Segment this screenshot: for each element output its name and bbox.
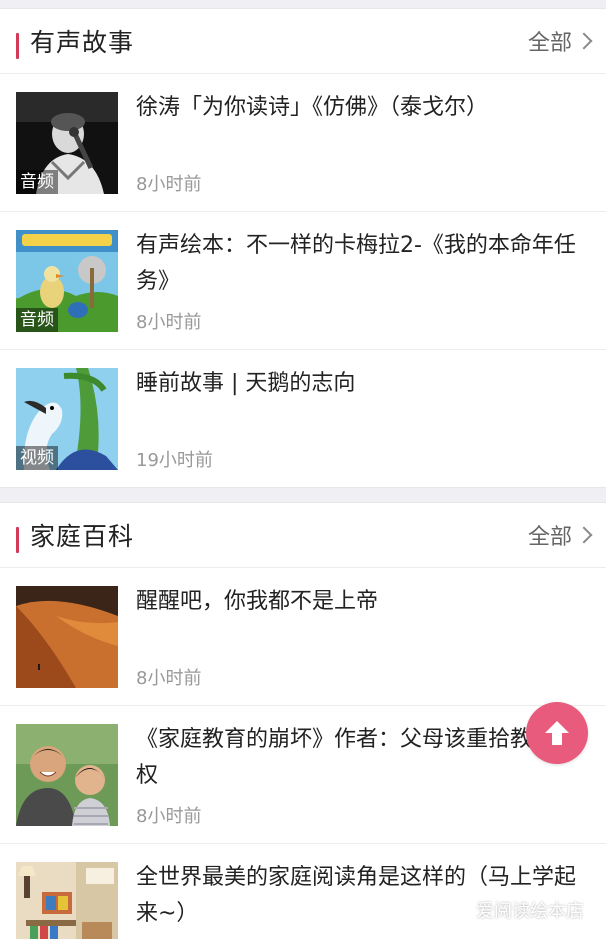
list-item[interactable]: 全世界最美的家庭阅读角是这样的（马上学起来~） — [0, 844, 606, 939]
top-spacer — [0, 0, 606, 8]
thumbnail-cartoon-swan: 视频 — [16, 368, 118, 470]
item-timestamp: 19小时前 — [136, 450, 213, 471]
section-title: 有声故事 — [30, 28, 135, 57]
page: 有声故事 全部 音频 徐涛「为你读诗」《仿佛》（泰戈尔） 8小时前 音频 有声绘… — [0, 0, 606, 939]
item-title: 《家庭教育的崩坏》作者：父母该重拾教养主权 — [136, 727, 577, 788]
chevron-right-icon — [575, 32, 593, 50]
thumbnail-picture-book-cover: 音频 — [16, 230, 118, 332]
item-title: 睡前故事 | 天鹅的志向 — [136, 371, 356, 396]
chevron-right-icon — [575, 526, 593, 544]
item-title: 徐涛「为你读诗」《仿佛》（泰戈尔） — [136, 95, 489, 120]
section-family-encyclopedia: 家庭百科 全部 醒醒吧，你我都不是上帝 8小时前 《家庭教育的崩坏》作者：父母该… — [0, 502, 606, 939]
list-item[interactable]: 《家庭教育的崩坏》作者：父母该重拾教养主权 8小时前 — [0, 706, 606, 844]
list-item[interactable]: 音频 徐涛「为你读诗」《仿佛》（泰戈尔） 8小时前 — [0, 74, 606, 212]
back-to-top-button[interactable] — [526, 702, 588, 764]
item-timestamp: 8小时前 — [136, 174, 202, 195]
thumbnail-desert-dune — [16, 586, 118, 688]
item-timestamp: 8小时前 — [136, 668, 202, 689]
list-item[interactable]: 醒醒吧，你我都不是上帝 8小时前 — [0, 568, 606, 706]
media-type-tag: 音频 — [16, 308, 58, 332]
watermark-text: 爱阅读绘本店 — [476, 901, 584, 922]
list-item[interactable]: 视频 睡前故事 | 天鹅的志向 19小时前 — [0, 350, 606, 487]
section-accent-bar — [16, 33, 19, 59]
item-timestamp: 8小时前 — [136, 806, 202, 827]
arrow-up-icon — [545, 721, 569, 745]
list-item[interactable]: 音频 有声绘本：不一样的卡梅拉2-《我的本命年任务》 8小时前 — [0, 212, 606, 350]
section-accent-bar — [16, 527, 19, 553]
watermark: 爱阅读绘本店 — [446, 897, 584, 923]
thumbnail-man-with-microphone: 音频 — [16, 92, 118, 194]
section-header: 家庭百科 全部 — [0, 503, 606, 568]
section-header: 有声故事 全部 — [0, 9, 606, 74]
section-title: 家庭百科 — [30, 522, 135, 551]
item-timestamp: 8小时前 — [136, 312, 202, 333]
view-all-label: 全部 — [527, 31, 572, 56]
media-type-tag: 音频 — [16, 170, 58, 194]
view-all-link[interactable]: 全部 — [527, 25, 593, 57]
wechat-icon — [446, 900, 470, 919]
thumbnail-father-and-son — [16, 724, 118, 826]
view-all-label: 全部 — [527, 525, 572, 550]
item-title: 有声绘本：不一样的卡梅拉2-《我的本命年任务》 — [136, 233, 576, 294]
media-type-tag: 视频 — [16, 446, 58, 470]
item-title: 醒醒吧，你我都不是上帝 — [136, 589, 379, 614]
view-all-link[interactable]: 全部 — [527, 519, 593, 551]
section-audio-stories: 有声故事 全部 音频 徐涛「为你读诗」《仿佛》（泰戈尔） 8小时前 音频 有声绘… — [0, 8, 606, 488]
thumbnail-reading-corner — [16, 862, 118, 939]
